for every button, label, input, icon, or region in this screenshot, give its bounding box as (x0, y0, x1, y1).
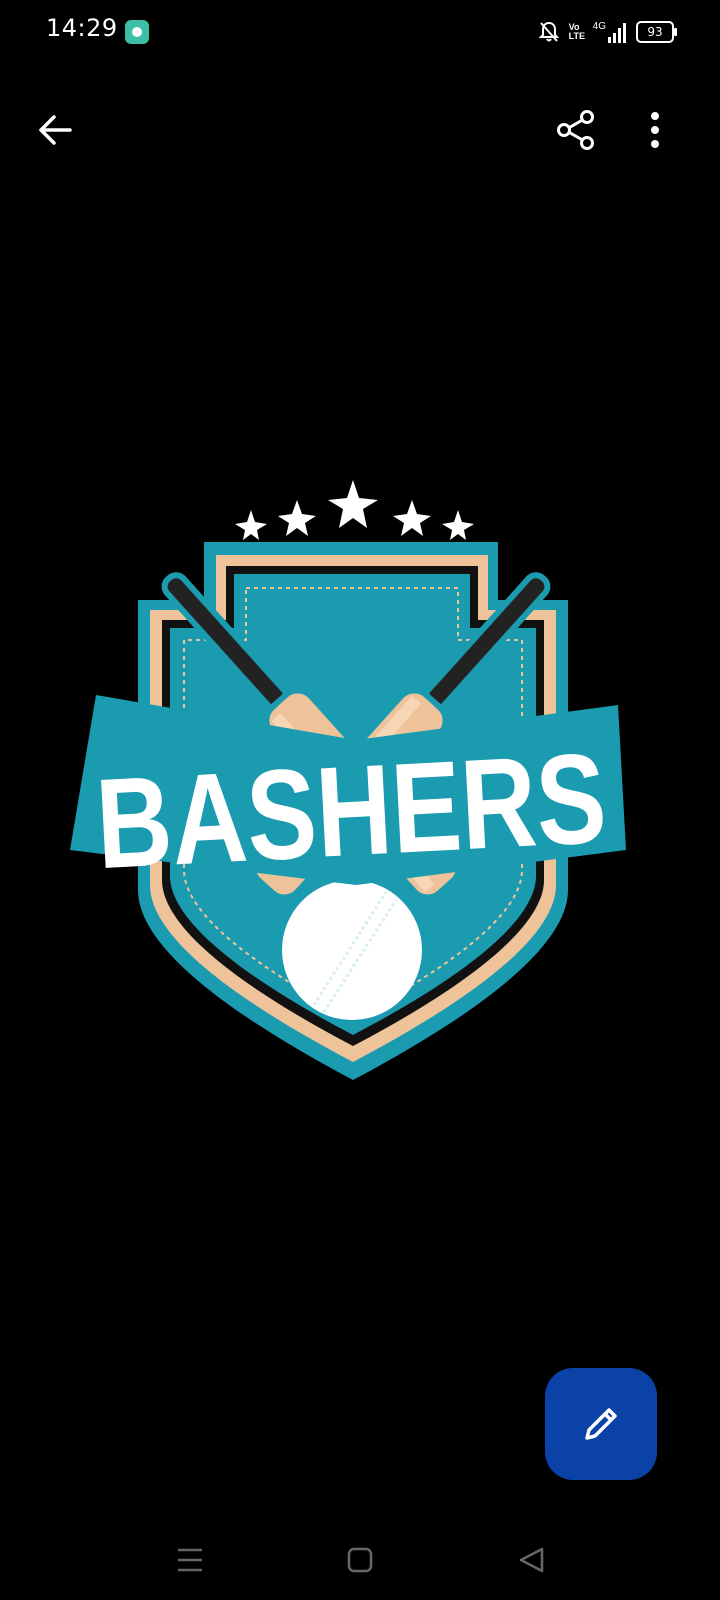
home-icon (347, 1547, 373, 1573)
status-icons: Vo LTE 4G 93 (538, 18, 677, 46)
more-vert-icon (651, 112, 659, 148)
system-navigation-bar (0, 1520, 720, 1600)
stars-icon (235, 480, 474, 540)
cricket-ball-icon (282, 880, 422, 1020)
bashers-logo-image: BASHERS (70, 480, 626, 1080)
recent-apps-button[interactable] (170, 1540, 210, 1580)
battery-icon: 93 (636, 21, 677, 43)
edit-fab-button[interactable] (545, 1368, 657, 1480)
image-viewer-toolbar (0, 84, 720, 174)
signal-label: 4G (592, 21, 606, 32)
share-icon (557, 110, 594, 150)
volte-icon: Vo LTE (568, 22, 585, 41)
logo-text: BASHERS (93, 727, 610, 896)
recent-apps-icon (178, 1548, 202, 1572)
back-triangle-icon (519, 1547, 544, 1573)
pencil-icon (585, 1408, 617, 1440)
signal-4g-icon: 4G (593, 21, 626, 43)
app-notification-icon (125, 20, 149, 44)
home-button[interactable] (340, 1540, 380, 1580)
status-time: 14:29 (46, 14, 118, 42)
back-button[interactable] (30, 104, 82, 156)
bell-muted-icon (538, 21, 559, 42)
status-bar: 14:29 Vo LTE 4G 93 (0, 0, 720, 64)
back-arrow-icon (39, 115, 72, 145)
more-options-button[interactable] (642, 104, 694, 156)
nav-back-button[interactable] (512, 1540, 552, 1580)
share-button[interactable] (550, 104, 602, 156)
